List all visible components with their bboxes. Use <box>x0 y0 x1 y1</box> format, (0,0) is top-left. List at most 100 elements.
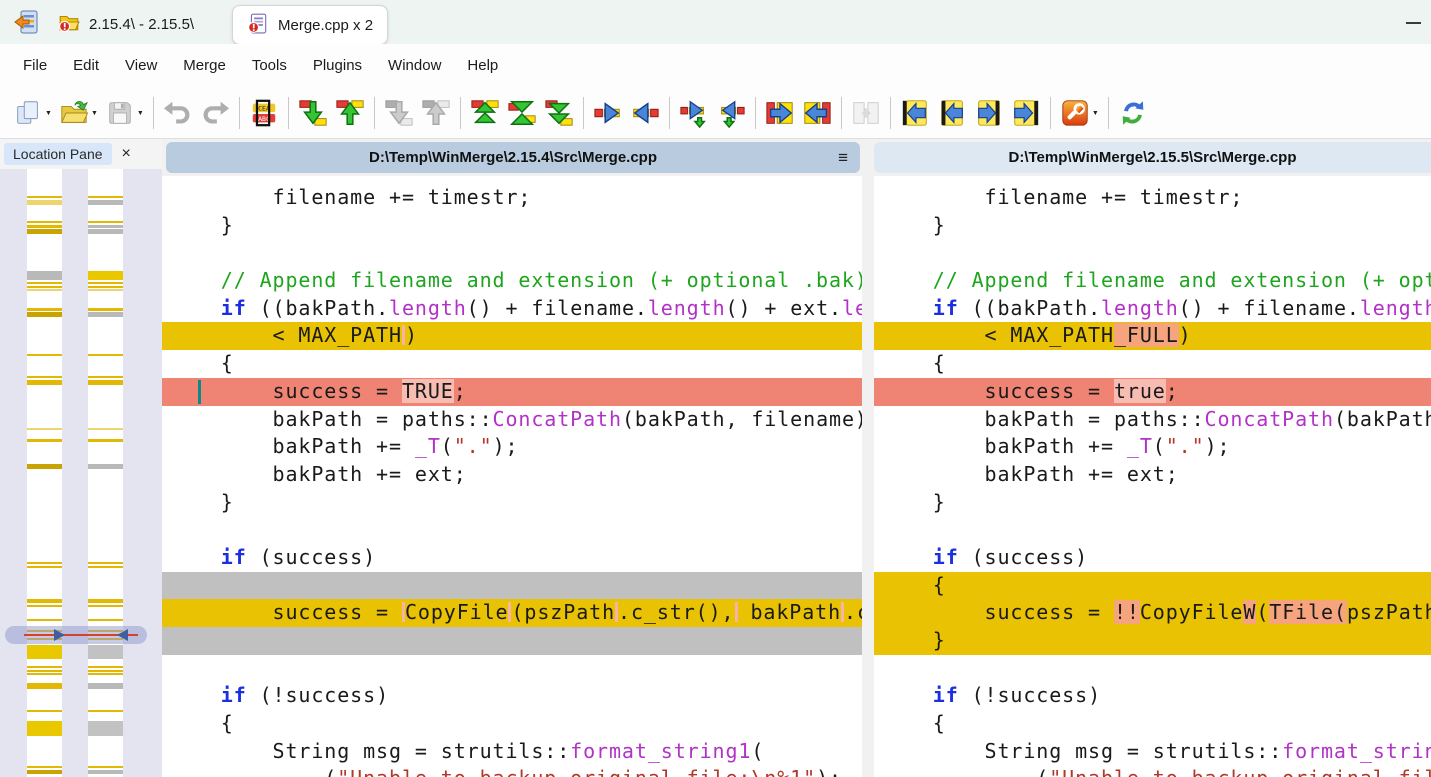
diff-mark <box>27 354 62 356</box>
dropdown-caret-icon[interactable]: ▼ <box>1092 110 1099 117</box>
code-line[interactable]: if (!success) <box>874 682 1431 710</box>
new-button[interactable]: ▼ <box>10 90 55 136</box>
code-line[interactable]: success = TRUE; <box>162 378 862 406</box>
previous-file-button[interactable] <box>934 90 970 136</box>
copy-right-button[interactable] <box>590 90 626 136</box>
code-line[interactable]: } <box>874 489 1431 517</box>
code-line[interactable] <box>162 572 862 600</box>
code-line[interactable]: if ((bakPath.length() + filename.length(… <box>162 295 862 323</box>
diff-options-button[interactable]: CEAABC <box>246 90 282 136</box>
location-strip-right[interactable] <box>88 169 123 777</box>
menu-tools[interactable]: Tools <box>239 44 300 88</box>
first-file-button[interactable] <box>897 90 933 136</box>
code-line[interactable]: ("Unable to backup original file:\n%1"); <box>162 765 862 777</box>
code-line[interactable]: bakPath = paths::ConcatPath(bakPath, fil… <box>874 406 1431 434</box>
last-diff-icon <box>544 98 574 128</box>
menu-help[interactable]: Help <box>454 44 511 88</box>
code-line[interactable] <box>162 516 862 544</box>
code-line[interactable]: bakPath = paths::ConcatPath(bakPath, fil… <box>162 406 862 434</box>
open-button[interactable]: ▼ <box>56 90 101 136</box>
current-difference-button[interactable] <box>504 90 540 136</box>
code-line[interactable]: success = !!CopyFileW(TFile(pszPath).c_s… <box>874 599 1431 627</box>
code-line[interactable]: if (success) <box>874 544 1431 572</box>
right-code-editor[interactable]: filename += timestr; } // Append filenam… <box>874 176 1431 777</box>
diff-mark <box>88 282 123 284</box>
code-line[interactable]: String msg = strutils::format_string1( <box>874 738 1431 766</box>
code-line[interactable]: // Append filename and extension (+ opti… <box>874 267 1431 295</box>
first-difference-button[interactable] <box>467 90 503 136</box>
code-line[interactable]: filename += timestr; <box>874 184 1431 212</box>
last-file-button[interactable] <box>1008 90 1044 136</box>
code-line[interactable]: < MAX_PATH_FULL) <box>874 322 1431 350</box>
location-strip-left[interactable] <box>27 169 62 777</box>
copy-all-left-button[interactable] <box>799 90 835 136</box>
code-line[interactable]: bakPath += _T("."); <box>162 433 862 461</box>
header-menu-icon[interactable]: ≡ <box>838 148 848 168</box>
code-line[interactable]: } <box>162 489 862 517</box>
code-line[interactable] <box>874 655 1431 683</box>
left-file-header[interactable]: D:\Temp\WinMerge\2.15.4\Src\Merge.cpp ≡ <box>166 142 860 173</box>
diff-mark <box>27 428 62 430</box>
last-difference-button[interactable] <box>541 90 577 136</box>
diff-mark <box>27 308 62 311</box>
right-file-header[interactable]: D:\Temp\WinMerge\2.15.5\Src\Merge.cpp <box>874 142 1431 173</box>
menu-file[interactable]: File <box>10 44 60 88</box>
next-file-button[interactable] <box>971 90 1007 136</box>
diff-mark <box>88 376 123 378</box>
diff-mark <box>27 196 62 198</box>
code-line[interactable]: < MAX_PATH) <box>162 322 862 350</box>
copy-all-right-button[interactable] <box>762 90 798 136</box>
dropdown-caret-icon[interactable]: ▼ <box>45 110 52 117</box>
code-line[interactable]: String msg = strutils::format_string1( <box>162 738 862 766</box>
code-line[interactable]: success = CopyFile(pszPath.c_str(), bakP… <box>162 599 862 627</box>
code-line[interactable]: { <box>162 350 862 378</box>
next-difference-button[interactable] <box>295 90 331 136</box>
code-line[interactable]: // Append filename and extension (+ opti… <box>162 267 862 295</box>
code-line[interactable]: { <box>874 350 1431 378</box>
code-line[interactable]: filename += timestr; <box>162 184 862 212</box>
code-line[interactable]: } <box>874 212 1431 240</box>
diff-mark <box>88 770 123 774</box>
code-line[interactable] <box>162 627 862 655</box>
menu-window[interactable]: Window <box>375 44 454 88</box>
dropdown-caret-icon[interactable]: ▼ <box>91 110 98 117</box>
location-map[interactable] <box>0 169 162 777</box>
menu-edit[interactable]: Edit <box>60 44 112 88</box>
copy-right-and-advance-button[interactable] <box>676 90 712 136</box>
code-line[interactable]: { <box>874 710 1431 738</box>
refresh-button[interactable] <box>1115 90 1151 136</box>
code-line[interactable]: success = true; <box>874 378 1431 406</box>
copy-left-button[interactable] <box>627 90 663 136</box>
titlebar: 2.15.4\ - 2.15.5\ Merge.cpp x 2 <box>0 0 1431 44</box>
code-line[interactable] <box>874 239 1431 267</box>
left-code-editor[interactable]: filename += timestr; } // Append filenam… <box>162 176 862 777</box>
code-line[interactable]: } <box>162 212 862 240</box>
previous-difference-button[interactable] <box>332 90 368 136</box>
code-line[interactable] <box>162 239 862 267</box>
diff-mark <box>88 221 123 223</box>
code-line[interactable]: ("Unable to backup original file:\n%1"); <box>874 765 1431 777</box>
tab-merge-cpp[interactable]: Merge.cpp x 2 <box>232 5 388 45</box>
code-line[interactable]: { <box>162 710 862 738</box>
code-line[interactable] <box>162 655 862 683</box>
code-line[interactable]: bakPath += ext; <box>874 461 1431 489</box>
code-line[interactable]: { <box>874 572 1431 600</box>
tab-folder-compare[interactable]: 2.15.4\ - 2.15.5\ <box>44 5 208 43</box>
menu-plugins[interactable]: Plugins <box>300 44 375 88</box>
dropdown-caret-icon[interactable]: ▼ <box>137 110 144 117</box>
code-line[interactable]: } <box>874 627 1431 655</box>
code-line[interactable]: if (!success) <box>162 682 862 710</box>
close-icon[interactable]: × <box>122 145 131 163</box>
minimize-button[interactable] <box>1406 14 1426 30</box>
copy-left-and-advance-button[interactable] <box>713 90 749 136</box>
diff-mark <box>88 710 123 712</box>
options-button[interactable]: ▼ <box>1057 90 1102 136</box>
menu-view[interactable]: View <box>112 44 170 88</box>
code-line[interactable]: bakPath += ext; <box>162 461 862 489</box>
code-line[interactable]: bakPath += _T("."); <box>874 433 1431 461</box>
code-line[interactable]: if ((bakPath.length() + filename.length(… <box>874 295 1431 323</box>
code-line[interactable] <box>874 516 1431 544</box>
diff-mark <box>27 683 62 689</box>
code-line[interactable]: if (success) <box>162 544 862 572</box>
menu-merge[interactable]: Merge <box>170 44 239 88</box>
